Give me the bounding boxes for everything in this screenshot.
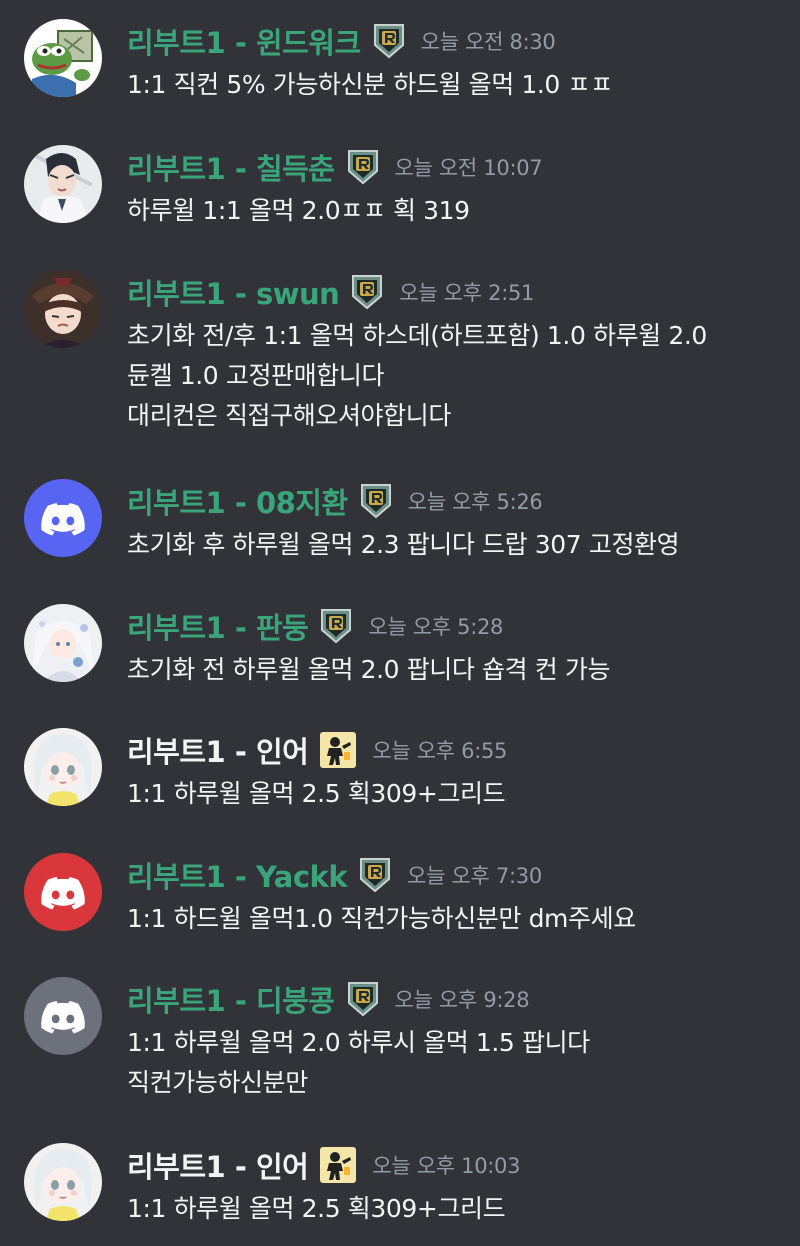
timestamp: 오늘 오후 5:28 — [368, 615, 504, 639]
message-header: 리부트1 - 윈드워크 오늘 오전 8:30 — [127, 19, 556, 63]
timestamp: 오늘 오후 6:55 — [372, 739, 508, 763]
message-content: 초기화 전/후 1:1 올먹 하스데(하트포함) 1.0 하루윌 2.0 듄켈 … — [127, 316, 707, 436]
message-header: 리부트1 - 디붕콩 오늘 오후 9:28 — [127, 977, 530, 1021]
message-content: 1:1 하루윌 올먹 2.5 획309+그리드 — [127, 774, 506, 814]
chat-log: 리부트1 - 윈드워크 오늘 오전 8:30 1:1 직컨 5% 가능하신분 하… — [0, 0, 800, 1246]
timestamp: 오늘 오전 8:30 — [420, 30, 556, 54]
username[interactable]: 리부트1 - 윈드워크 — [127, 20, 361, 62]
message-header: 리부트1 - 인어 오늘 오후 6:55 — [127, 728, 507, 772]
username[interactable]: 리부트1 - 인어 — [127, 729, 309, 771]
frog-avatar[interactable] — [24, 19, 102, 97]
timestamp: 오늘 오후 10:03 — [372, 1154, 521, 1178]
message-line: 1:1 하루윌 올먹 2.0 하루시 올먹 1.5 팝니다 — [127, 1028, 590, 1057]
message-content: 1:1 하루윌 올먹 2.0 하루시 올먹 1.5 팝니다 직컨가능하신분만 — [127, 1023, 590, 1103]
pixel-figure-badge-icon[interactable] — [320, 732, 356, 768]
username[interactable]: 리부트1 - 칠득춘 — [127, 146, 335, 188]
discord-logo-avatar-blurple[interactable] — [24, 479, 102, 557]
legend-r-badge-icon[interactable] — [320, 608, 352, 644]
username[interactable]: 리부트1 - 판둥 — [127, 605, 309, 647]
legend-r-badge-icon[interactable] — [351, 274, 383, 310]
pixel-figure-badge-icon[interactable] — [320, 1147, 356, 1183]
username[interactable]: 리부트1 - 인어 — [127, 1144, 309, 1186]
message-line: 직컨가능하신분만 — [127, 1068, 308, 1097]
username[interactable]: 리부트1 - Yackk — [127, 854, 348, 896]
message-line: 대리컨은 직접구해오셔야합니다 — [127, 401, 451, 430]
legend-r-badge-icon[interactable] — [360, 483, 392, 519]
message-line: 초기화 후 하루윌 올먹 2.3 팝니다 드랍 307 고정환영 — [127, 530, 680, 559]
anime-mermaid-avatar[interactable] — [24, 728, 102, 806]
message-header: 리부트1 - 08지환 오늘 오후 5:26 — [127, 479, 543, 523]
message-header: 리부트1 - 인어 오늘 오후 10:03 — [127, 1143, 520, 1187]
legend-r-badge-icon[interactable] — [347, 981, 379, 1017]
message-line: 하루윌 1:1 올먹 2.0ㅍㅍ 획 319 — [127, 196, 470, 225]
message-line: 1:1 하드윌 올먹1.0 직컨가능하신분만 dm주세요 — [127, 904, 636, 933]
message-line: 1:1 하루윌 올먹 2.5 획309+그리드 — [127, 779, 506, 808]
message-header: 리부트1 - 칠득춘 오늘 오전 10:07 — [127, 145, 543, 189]
timestamp: 오늘 오후 5:26 — [407, 490, 543, 514]
anime-white-hair-avatar[interactable] — [24, 604, 102, 682]
message-content: 1:1 하루윌 올먹 2.5 획309+그리드 — [127, 1189, 506, 1229]
legend-r-badge-icon[interactable] — [347, 149, 379, 185]
discord-logo-avatar-grey[interactable] — [24, 977, 102, 1055]
message-line: 1:1 직컨 5% 가능하신분 하드윌 올먹 1.0 ㅍㅍ — [127, 70, 613, 99]
message-line: 1:1 하루윌 올먹 2.5 획309+그리드 — [127, 1194, 506, 1223]
anime-girl-avatar[interactable] — [24, 270, 102, 348]
username[interactable]: 리부트1 - 디붕콩 — [127, 978, 335, 1020]
username[interactable]: 리부트1 - 08지환 — [127, 480, 348, 522]
message-content: 하루윌 1:1 올먹 2.0ㅍㅍ 획 319 — [127, 191, 470, 231]
anime-mermaid-avatar[interactable] — [24, 1143, 102, 1221]
timestamp: 오늘 오전 10:07 — [394, 156, 543, 180]
message-header: 리부트1 - Yackk 오늘 오후 7:30 — [127, 853, 542, 897]
timestamp: 오늘 오후 2:51 — [399, 281, 535, 305]
legend-r-badge-icon[interactable] — [373, 23, 405, 59]
message-content: 1:1 하드윌 올먹1.0 직컨가능하신분만 dm주세요 — [127, 899, 636, 939]
message-header: 리부트1 - 판둥 오늘 오후 5:28 — [127, 604, 503, 648]
message-line: 초기화 전 하루윌 올먹 2.0 팝니다 숍격 컨 가능 — [127, 655, 611, 684]
timestamp: 오늘 오후 7:30 — [407, 864, 542, 888]
anime-man-avatar[interactable] — [24, 145, 102, 223]
discord-logo-avatar-red[interactable] — [24, 853, 102, 931]
message-content: 1:1 직컨 5% 가능하신분 하드윌 올먹 1.0 ㅍㅍ — [127, 65, 613, 105]
message-line: 초기화 전/후 1:1 올먹 하스데(하트포함) 1.0 하루윌 2.0 — [127, 321, 707, 350]
timestamp: 오늘 오후 9:28 — [394, 988, 530, 1012]
message-header: 리부트1 - swun 오늘 오후 2:51 — [127, 270, 534, 314]
username[interactable]: 리부트1 - swun — [127, 271, 340, 313]
legend-r-badge-icon[interactable] — [359, 857, 391, 893]
message-content: 초기화 후 하루윌 올먹 2.3 팝니다 드랍 307 고정환영 — [127, 525, 680, 565]
message-content: 초기화 전 하루윌 올먹 2.0 팝니다 숍격 컨 가능 — [127, 650, 611, 690]
message-line: 듄켈 1.0 고정판매합니다 — [127, 361, 385, 390]
